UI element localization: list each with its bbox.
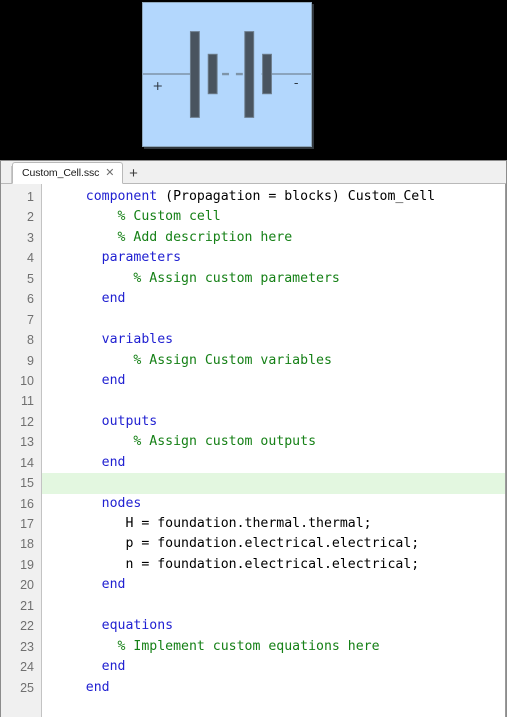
line-number: 23 xyxy=(20,639,34,654)
code-token-cm: % Add description here xyxy=(54,229,293,245)
line-number: 5 xyxy=(27,271,34,286)
code-line[interactable]: variables xyxy=(42,330,505,350)
code-line[interactable]: H = foundation.thermal.thermal; xyxy=(42,514,505,534)
code-token-kw: variables xyxy=(54,332,174,348)
line-number: 19 xyxy=(20,557,34,572)
code-token-pl: n = foundation.electrical.electrical; xyxy=(54,556,420,572)
line-number: 21 xyxy=(20,598,34,613)
line-number: 9 xyxy=(27,353,34,368)
code-line[interactable]: end xyxy=(42,657,505,677)
cell-two-short-plate xyxy=(262,53,272,95)
cell-two-long-plate xyxy=(244,31,255,118)
code-line[interactable]: % Implement custom equations here xyxy=(42,637,505,657)
code-line[interactable]: % Assign custom outputs xyxy=(42,432,505,452)
code-token-kw: end xyxy=(54,372,126,388)
code-line[interactable]: % Assign custom parameters xyxy=(42,269,505,289)
tab-bar-filler xyxy=(143,161,506,183)
tab-label: Custom_Cell.ssc xyxy=(22,167,100,179)
cell-one-short-plate xyxy=(207,53,218,95)
code-token-cm: % Custom cell xyxy=(54,209,221,225)
code-line[interactable] xyxy=(42,391,505,411)
tab-bar-left-edge xyxy=(3,166,12,183)
code-token-cm: % Implement custom equations here xyxy=(54,638,380,654)
code-token-kw: end xyxy=(54,454,126,470)
code-line[interactable]: n = foundation.electrical.electrical; xyxy=(42,555,505,575)
editor-tab-bar: Custom_Cell.ssc ✕ + xyxy=(1,161,506,184)
line-number-gutter: 1 2 3 4 5 6 7 8 9 10 11 12 13 14 15 16 17 18 19 20 21 22 23 24 2… xyxy=(1,184,42,717)
code-line[interactable]: component (Propagation = blocks) Custom_… xyxy=(42,187,505,207)
code-line[interactable] xyxy=(42,310,505,330)
code-token-cm: % Assign Custom variables xyxy=(54,352,332,368)
line-number: 25 xyxy=(20,680,34,695)
line-number: 16 xyxy=(20,496,34,511)
positive-terminal-label: + xyxy=(152,79,163,94)
code-token-kw: end xyxy=(54,679,110,695)
line-number: 7 xyxy=(27,312,34,327)
block-icon-preview-area: + - xyxy=(0,0,507,160)
code-pane[interactable]: 1 2 3 4 5 6 7 8 9 10 11 12 13 14 15 16 17 18 19 20 21 22 23 24 2… xyxy=(1,184,506,717)
code-token-cm: % Assign custom outputs xyxy=(54,434,317,450)
line-number: 2 xyxy=(27,210,34,225)
line-number: 1 xyxy=(27,190,34,204)
code-line[interactable]: parameters xyxy=(42,248,505,268)
line-number: 15 xyxy=(20,476,34,491)
code-token-pl: (Propagation = blocks) Custom_Cell xyxy=(157,189,436,204)
code-editor-window: Custom_Cell.ssc ✕ + 1 2 3 4 5 6 7 8 9 10 11 12 13 14 1… xyxy=(0,160,507,717)
application-root: + - Custom_Cell.ssc ✕ + 1 2 3 4 5 6 7 8 9 10 11 12 1… xyxy=(0,0,507,717)
close-icon[interactable]: ✕ xyxy=(105,167,114,179)
line-number: 11 xyxy=(21,394,34,409)
line-number: 12 xyxy=(20,414,34,429)
code-token-pl: p = foundation.electrical.electrical; xyxy=(54,536,420,552)
line-number: 24 xyxy=(20,660,34,675)
battery-cell-icon-graphic: + - xyxy=(143,31,311,118)
code-token-kw: component xyxy=(54,189,158,204)
code-line[interactable]: end xyxy=(42,678,505,698)
code-token-kw: nodes xyxy=(54,495,142,511)
code-token-kw: end xyxy=(54,659,126,675)
code-text-area[interactable]: component (Propagation = blocks) Custom_… xyxy=(42,184,505,717)
code-line[interactable]: p = foundation.electrical.electrical; xyxy=(42,534,505,554)
code-token-kw: equations xyxy=(54,618,174,634)
line-number: 18 xyxy=(20,537,34,552)
code-line[interactable]: end xyxy=(42,453,505,473)
line-number: 17 xyxy=(20,517,34,531)
code-line[interactable] xyxy=(42,473,505,494)
line-number: 4 xyxy=(27,251,34,266)
code-token-cm: % Assign custom parameters xyxy=(54,270,340,286)
code-line[interactable]: end xyxy=(42,575,505,595)
line-number: 3 xyxy=(27,230,34,245)
cell-one-long-plate xyxy=(189,31,200,118)
code-line[interactable]: nodes xyxy=(42,494,505,514)
battery-cell-icon[interactable]: + - xyxy=(142,2,312,147)
line-number: 10 xyxy=(20,373,34,388)
code-line[interactable]: % Custom cell xyxy=(42,207,505,227)
tab-custom-cell-ssc[interactable]: Custom_Cell.ssc ✕ xyxy=(12,162,123,184)
code-line[interactable]: % Add description here xyxy=(42,228,505,248)
code-line[interactable]: outputs xyxy=(42,412,505,432)
code-token-kw: outputs xyxy=(54,413,158,429)
new-tab-button[interactable]: + xyxy=(124,164,144,182)
line-number: 8 xyxy=(27,333,34,348)
code-line[interactable]: equations xyxy=(42,616,505,636)
code-token-pl: H = foundation.thermal.thermal; xyxy=(54,516,372,531)
line-number: 22 xyxy=(20,619,34,634)
line-number: 14 xyxy=(20,455,34,470)
code-token-kw: end xyxy=(54,577,126,593)
line-number: 6 xyxy=(27,292,34,307)
code-line[interactable]: end xyxy=(42,289,505,309)
code-line[interactable]: % Assign Custom variables xyxy=(42,351,505,371)
code-line[interactable] xyxy=(42,596,505,616)
code-line[interactable]: end xyxy=(42,371,505,391)
negative-terminal-label: - xyxy=(294,76,299,91)
code-token-kw: end xyxy=(54,291,126,307)
line-number: 13 xyxy=(20,435,34,450)
line-number: 20 xyxy=(20,578,34,593)
code-token-kw: parameters xyxy=(54,250,182,266)
